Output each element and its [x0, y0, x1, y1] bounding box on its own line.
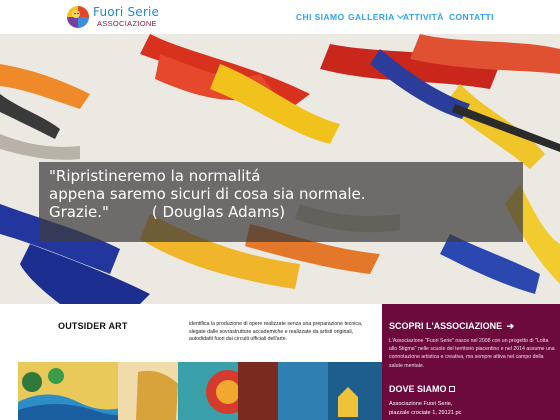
scopri-associazione-label: SCOPRI L'ASSOCIAZIONE: [389, 321, 503, 331]
artwork-illustration: [18, 362, 382, 420]
nav-galleria[interactable]: GALLERIA: [348, 11, 404, 22]
nav-contatti[interactable]: CONTATTI: [449, 12, 494, 22]
outsider-art-description: identifica la produzione di opere realiz…: [189, 321, 363, 342]
outsider-art-title: OUTSIDER ART: [58, 321, 128, 331]
dove-siamo-label: DOVE SIAMO: [389, 384, 447, 394]
site-logo[interactable]: Fuori Serie ASSOCIAZIONE: [66, 4, 160, 30]
associazione-panel: SCOPRI L'ASSOCIAZIONE ➔ L'Associazione "…: [382, 304, 560, 420]
arrow-right-icon: ➔: [506, 321, 515, 331]
logo-icon: [67, 6, 89, 28]
site-header: Fuori Serie ASSOCIAZIONE CHI SIAMO GALLE…: [0, 0, 560, 34]
square-icon: [448, 386, 455, 392]
hero-banner: "Ripristineremo la normalitá appena sare…: [0, 34, 560, 304]
logo-subtitle: ASSOCIAZIONE: [97, 19, 157, 28]
hero-quote: "Ripristineremo la normalitá appena sare…: [49, 167, 366, 221]
address-line-2: piazzale crociate 1, 29121 pc: [389, 410, 462, 416]
artwork-image: [18, 362, 382, 420]
quote-line-2: appena saremo sicuri di cosa sia normale…: [49, 185, 366, 203]
outsider-art-section: OUTSIDER ART identifica la produzione di…: [0, 304, 382, 362]
dove-siamo-link[interactable]: DOVE SIAMO: [389, 384, 455, 394]
address-line-1: Associazione Fuori Serie,: [389, 401, 453, 407]
logo-title: Fuori Serie: [93, 5, 160, 19]
quote-line-1: "Ripristineremo la normalitá: [49, 167, 261, 185]
quote-overlay: "Ripristineremo la normalitá appena sare…: [39, 162, 523, 242]
nav-galleria-label: GALLERIA: [348, 12, 395, 22]
quote-line-3: Grazie." ( Douglas Adams): [49, 203, 286, 221]
scopri-associazione-link[interactable]: SCOPRI L'ASSOCIAZIONE ➔: [389, 321, 514, 332]
associazione-description: L'Associazione "Fuori Serie" nasce nel 2…: [389, 338, 555, 369]
nav-attivita[interactable]: ATTIVITÀ: [403, 12, 444, 22]
nav-chi-siamo[interactable]: CHI SIAMO: [296, 12, 344, 22]
